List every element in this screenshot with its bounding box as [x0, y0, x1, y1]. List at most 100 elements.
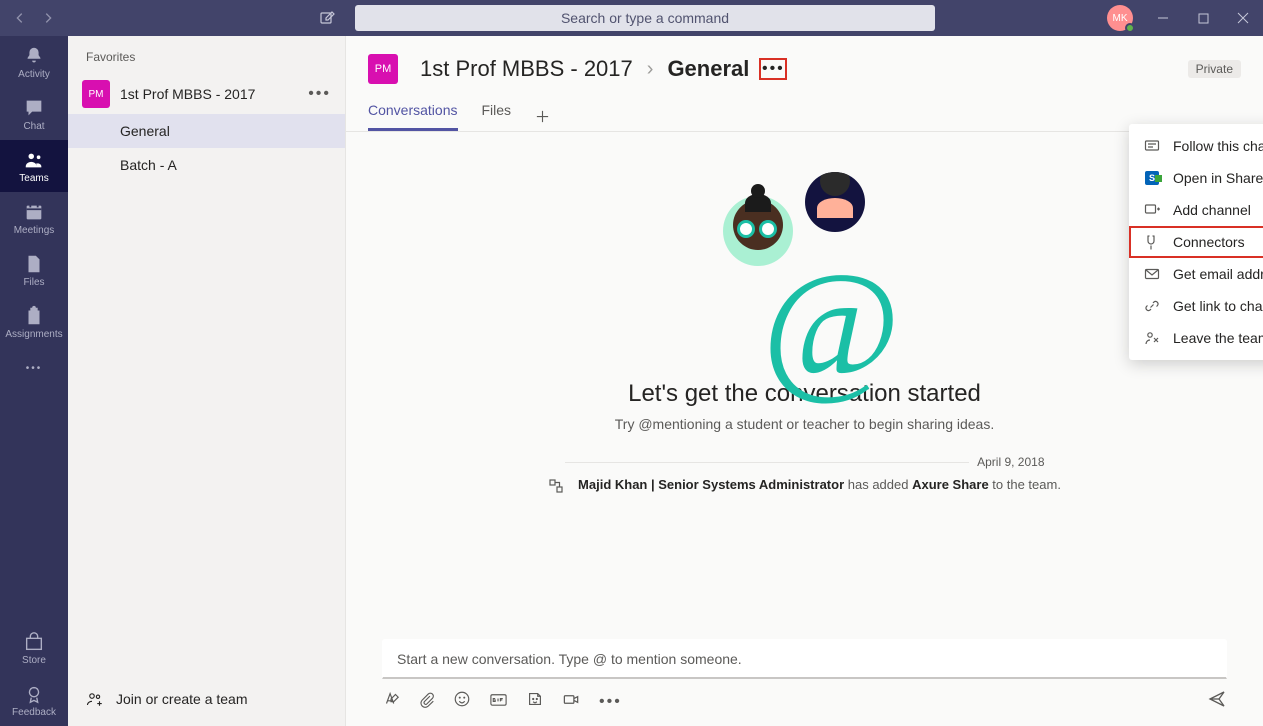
- rail-label: Feedback: [12, 707, 56, 718]
- attach-button[interactable]: [418, 691, 435, 713]
- follow-icon: [1143, 138, 1161, 154]
- menu-label: Follow this channel: [1173, 138, 1263, 154]
- rail-item-assignments[interactable]: Assignments: [0, 296, 68, 348]
- teams-icon: [23, 149, 45, 171]
- app-rail: Activity Chat Teams Meetings Files Assig…: [0, 36, 68, 726]
- menu-get-email[interactable]: Get email address: [1129, 258, 1263, 290]
- rail-item-activity[interactable]: Activity: [0, 36, 68, 88]
- presence-indicator: [1125, 23, 1135, 33]
- menu-label: Add channel: [1173, 202, 1251, 218]
- format-button[interactable]: [382, 690, 400, 713]
- compose-button[interactable]: [313, 4, 341, 32]
- add-team-icon: [86, 690, 104, 708]
- channel-item-general[interactable]: General: [68, 114, 345, 148]
- rail-item-store[interactable]: Store: [0, 622, 68, 674]
- empty-state-subtitle: Try @mentioning a student or teacher to …: [615, 416, 994, 432]
- window-maximize-button[interactable]: [1183, 0, 1223, 36]
- email-icon: [1143, 266, 1161, 282]
- join-or-create-team-button[interactable]: Join or create a team: [68, 672, 345, 726]
- channel-more-button[interactable]: •••: [759, 58, 787, 80]
- team-more-button[interactable]: •••: [308, 85, 331, 103]
- tab-conversations[interactable]: Conversations: [368, 102, 458, 131]
- menu-open-sharepoint[interactable]: S Open in SharePoint: [1129, 162, 1263, 194]
- channel-item-batch-a[interactable]: Batch - A: [68, 148, 345, 182]
- connector-icon: [548, 478, 564, 497]
- conversation-area: @ Let's get the conversation started Try…: [346, 132, 1263, 629]
- favorites-header: Favorites: [68, 36, 345, 74]
- bell-icon: [23, 45, 45, 67]
- system-message-user: Majid Khan | Senior Systems Administrato…: [578, 477, 844, 492]
- add-channel-icon: [1143, 202, 1161, 218]
- emoji-button[interactable]: [453, 690, 471, 713]
- welcome-illustration: @: [705, 172, 905, 362]
- team-badge: PM: [82, 80, 110, 108]
- feedback-icon: [23, 683, 45, 705]
- send-button[interactable]: [1207, 689, 1227, 714]
- forward-button[interactable]: [34, 4, 62, 32]
- date-divider: April 9, 2018: [565, 462, 1045, 463]
- rail-item-meetings[interactable]: Meetings: [0, 192, 68, 244]
- breadcrumb: PM 1st Prof MBBS - 2017 › General ••• Pr…: [368, 54, 1241, 84]
- menu-label: Get email address: [1173, 266, 1263, 282]
- assignments-icon: [23, 305, 45, 327]
- header-team-badge: PM: [368, 54, 398, 84]
- system-message-app: Axure Share: [912, 477, 989, 492]
- sharepoint-icon: S: [1143, 171, 1161, 185]
- channel-tabs: Conversations Files: [368, 102, 1241, 131]
- window-minimize-button[interactable]: [1143, 0, 1183, 36]
- menu-label: Connectors: [1173, 234, 1245, 250]
- plus-icon: [535, 109, 550, 124]
- add-tab-button[interactable]: [535, 102, 550, 131]
- menu-get-link[interactable]: Get link to channel: [1129, 290, 1263, 322]
- menu-label: Open in SharePoint: [1173, 170, 1263, 186]
- tab-files[interactable]: Files: [482, 102, 512, 131]
- store-icon: [23, 631, 45, 653]
- menu-add-channel[interactable]: Add channel: [1129, 194, 1263, 226]
- privacy-badge: Private: [1188, 60, 1241, 78]
- rail-item-teams[interactable]: Teams: [0, 140, 68, 192]
- leave-icon: [1143, 330, 1161, 346]
- file-icon: [23, 253, 45, 275]
- menu-label: Leave the team: [1173, 330, 1263, 346]
- message-input[interactable]: Start a new conversation. Type @ to ment…: [382, 639, 1227, 679]
- menu-label: Get link to channel: [1173, 298, 1263, 314]
- rail-label: Chat: [23, 121, 44, 132]
- window-close-button[interactable]: [1223, 0, 1263, 36]
- rail-label: Activity: [18, 69, 50, 80]
- connectors-icon: [1143, 234, 1161, 250]
- profile-avatar[interactable]: MK: [1107, 5, 1133, 31]
- rail-label: Files: [23, 277, 44, 288]
- ellipsis-icon: •••: [762, 60, 785, 78]
- breadcrumb-channel: General: [667, 56, 749, 82]
- team-name: 1st Prof MBBS - 2017: [120, 86, 308, 102]
- rail-item-chat[interactable]: Chat: [0, 88, 68, 140]
- system-message: Majid Khan | Senior Systems Administrato…: [578, 477, 1061, 492]
- channel-context-menu: Follow this channel S Open in SharePoint…: [1129, 124, 1263, 360]
- avatar-initials: MK: [1113, 13, 1128, 24]
- title-bar: Search or type a command MK: [0, 0, 1263, 36]
- breadcrumb-team[interactable]: 1st Prof MBBS - 2017: [420, 56, 633, 82]
- channel-sidebar: Favorites PM 1st Prof MBBS - 2017 ••• Ge…: [68, 36, 346, 726]
- rail-overflow-button[interactable]: •••: [0, 348, 68, 388]
- gif-button[interactable]: [489, 690, 508, 714]
- composer: Start a new conversation. Type @ to ment…: [346, 629, 1263, 726]
- composer-more-button[interactable]: •••: [599, 693, 622, 711]
- date-divider-text: April 9, 2018: [969, 455, 1044, 469]
- rail-label: Teams: [19, 173, 48, 184]
- rail-label: Store: [22, 655, 46, 666]
- main-panel: PM 1st Prof MBBS - 2017 › General ••• Pr…: [346, 36, 1263, 726]
- sticker-button[interactable]: [526, 690, 544, 713]
- search-input[interactable]: Search or type a command: [355, 5, 935, 31]
- rail-label: Meetings: [14, 225, 55, 236]
- meetnow-button[interactable]: [562, 690, 581, 714]
- link-icon: [1143, 298, 1161, 314]
- back-button[interactable]: [6, 4, 34, 32]
- rail-item-feedback[interactable]: Feedback: [0, 674, 68, 726]
- menu-follow-channel[interactable]: Follow this channel: [1129, 130, 1263, 162]
- menu-leave-team[interactable]: Leave the team: [1129, 322, 1263, 354]
- team-item[interactable]: PM 1st Prof MBBS - 2017 •••: [68, 74, 345, 114]
- menu-connectors[interactable]: Connectors: [1129, 226, 1263, 258]
- chat-icon: [23, 97, 45, 119]
- rail-item-files[interactable]: Files: [0, 244, 68, 296]
- rail-label: Assignments: [5, 329, 62, 340]
